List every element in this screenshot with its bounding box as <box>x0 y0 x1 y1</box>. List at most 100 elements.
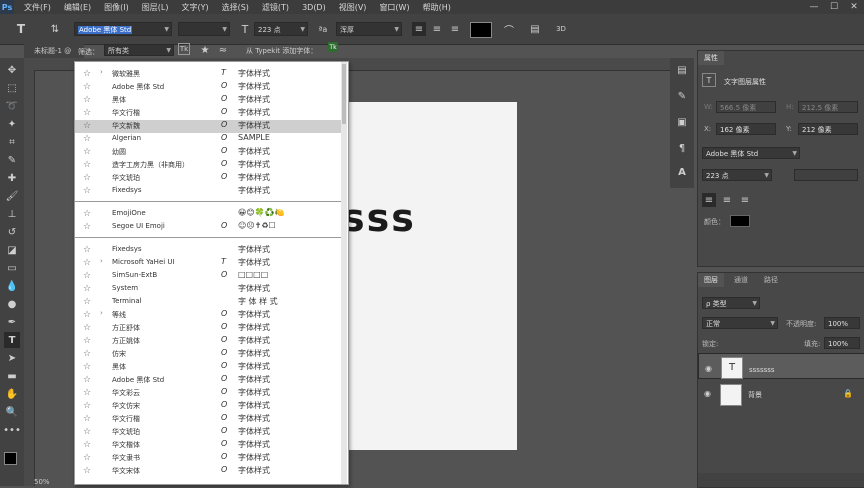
marquee-tool-icon[interactable]: ⬚ <box>4 80 20 96</box>
pen-tool-icon[interactable]: ✒ <box>4 314 20 330</box>
menu-type[interactable]: 文字(Y) <box>181 2 208 13</box>
maximize-button[interactable]: ☐ <box>824 0 844 14</box>
expand-arrow-icon[interactable]: › <box>100 309 103 317</box>
eye-icon[interactable]: ◉ <box>704 389 711 398</box>
lock-icon[interactable]: 🔒 <box>843 389 853 398</box>
character-panel-icon[interactable]: ▤ <box>528 22 542 36</box>
star-icon[interactable]: ☆ <box>83 349 91 359</box>
star-icon[interactable]: ☆ <box>83 323 91 333</box>
star-filter-icon[interactable]: ★ <box>198 43 212 57</box>
blend-mode-select[interactable]: 正常 ▼ <box>702 317 778 329</box>
star-icon[interactable]: ☆ <box>83 134 91 144</box>
eye-icon[interactable]: ◉ <box>705 362 712 376</box>
font-list-item[interactable]: ☆ Terminal 字 体 样 式 <box>75 296 341 309</box>
history-panel-icon[interactable]: ▤ <box>674 62 690 78</box>
gradient-tool-icon[interactable]: ▭ <box>4 260 20 276</box>
font-list-item[interactable]: ☆ › 微软雅黑 T 字体样式 <box>75 68 341 81</box>
document-tab[interactable]: 未标题-1 @ <box>24 44 84 58</box>
properties-color-swatch[interactable] <box>730 215 750 227</box>
stamp-tool-icon[interactable]: ⊥ <box>4 206 20 222</box>
menu-window[interactable]: 窗口(W) <box>379 2 409 13</box>
filter-select[interactable]: 所有类 ▼ <box>104 44 174 56</box>
font-list-item[interactable]: ☆ 华文行楷 O 字体样式 <box>75 107 341 120</box>
star-icon[interactable]: ☆ <box>83 336 91 346</box>
font-list-item[interactable]: ☆ 黑体 O 字体样式 <box>75 94 341 107</box>
star-icon[interactable]: ☆ <box>83 245 91 255</box>
star-icon[interactable]: ☆ <box>83 222 91 232</box>
menu-3d[interactable]: 3D(D) <box>302 3 326 12</box>
dropdown-scrollbar[interactable] <box>341 62 347 484</box>
foreground-color-swatch[interactable] <box>4 452 17 465</box>
font-list-item[interactable]: ☆ 华文新魏 O 字体样式 <box>75 120 341 133</box>
star-icon[interactable]: ☆ <box>83 271 91 281</box>
align-left-icon[interactable]: ≡ <box>412 22 426 36</box>
font-list-item[interactable]: ☆ 造字工房力黑（非商用） O 字体样式 <box>75 159 341 172</box>
font-list-item[interactable]: ☆ SimSun-ExtB O □□□□ <box>75 270 341 283</box>
tk-filter-icon[interactable]: Tk <box>178 43 190 55</box>
scrollbar-thumb[interactable] <box>342 64 346 124</box>
font-list-item[interactable]: ☆ 黑体 O 字体样式 <box>75 361 341 374</box>
star-icon[interactable]: ☆ <box>83 69 91 79</box>
font-list-item[interactable]: ☆ 幼圆 O 字体样式 <box>75 146 341 159</box>
menu-image[interactable]: 图像(I) <box>104 2 129 13</box>
font-list-item[interactable]: ☆ Fixedsys 字体样式 <box>75 244 341 257</box>
lasso-tool-icon[interactable]: ➰ <box>4 98 20 114</box>
typekit-icon[interactable]: Tk <box>328 42 338 52</box>
font-list-item[interactable]: ☆ Fixedsys 字体样式 <box>75 185 341 198</box>
font-list-item[interactable]: ☆ EmojiOne 😀😊🍀♻️🍋 <box>75 208 341 221</box>
hand-tool-icon[interactable]: ✋ <box>4 386 20 402</box>
star-icon[interactable]: ☆ <box>83 95 91 105</box>
font-list-item[interactable]: ☆ Algerian O SAMPLE <box>75 133 341 146</box>
font-list-item[interactable]: ☆ 华文楷体 O 字体样式 <box>75 439 341 452</box>
align-right-icon[interactable]: ≡ <box>448 22 462 36</box>
star-icon[interactable]: ☆ <box>83 414 91 424</box>
expand-arrow-icon[interactable]: › <box>100 257 103 265</box>
star-icon[interactable]: ☆ <box>83 440 91 450</box>
star-icon[interactable]: ☆ <box>83 186 91 196</box>
close-button[interactable]: ✕ <box>844 0 864 14</box>
menu-layer[interactable]: 图层(L) <box>142 2 169 13</box>
canvas-text-layer[interactable]: sss <box>342 196 416 240</box>
warp-text-icon[interactable]: ⌒ <box>502 22 516 37</box>
align-center-icon[interactable]: ≡ <box>430 22 444 36</box>
font-list-item[interactable]: ☆ › 等线 O 字体样式 <box>75 309 341 322</box>
star-icon[interactable]: ☆ <box>83 427 91 437</box>
dodge-tool-icon[interactable]: ● <box>4 296 20 312</box>
layer-row[interactable]: ◉ 背景 🔒 <box>698 381 864 407</box>
eraser-tool-icon[interactable]: ◪ <box>4 242 20 258</box>
x-field[interactable]: 162 像素 <box>716 123 776 135</box>
properties-size-select[interactable]: 223 点 ▼ <box>702 169 772 181</box>
star-icon[interactable]: ☆ <box>83 82 91 92</box>
crop-tool-icon[interactable]: ⌗ <box>4 134 20 150</box>
star-icon[interactable]: ☆ <box>83 362 91 372</box>
menu-edit[interactable]: 编辑(E) <box>64 2 91 13</box>
tab-paths[interactable]: 路径 <box>758 273 784 287</box>
star-icon[interactable]: ☆ <box>83 209 91 219</box>
menu-filter[interactable]: 滤镜(T) <box>262 2 289 13</box>
layer-name[interactable]: sssssss <box>749 363 775 377</box>
layer-name[interactable]: 背景 <box>748 390 762 400</box>
star-icon[interactable]: ☆ <box>83 284 91 294</box>
w-field[interactable]: 566.5 像素 <box>716 101 776 113</box>
clone-source-panel-icon[interactable]: ▣ <box>674 114 690 130</box>
similar-filter-icon[interactable]: ≈ <box>216 43 230 57</box>
tab-channels[interactable]: 通道 <box>728 273 754 287</box>
align-center-icon[interactable]: ≡ <box>720 193 734 207</box>
text-color-swatch[interactable] <box>470 22 492 38</box>
font-list-item[interactable]: ☆ Adobe 黑体 Std O 字体样式 <box>75 374 341 387</box>
font-list-item[interactable]: ☆ 华文仿宋 O 字体样式 <box>75 400 341 413</box>
star-icon[interactable]: ☆ <box>83 453 91 463</box>
zoom-tool-icon[interactable]: 🔍 <box>4 404 20 420</box>
font-list-item[interactable]: ☆ 华文隶书 O 字体样式 <box>75 452 341 465</box>
font-style-select[interactable]: ▼ <box>178 22 230 36</box>
star-icon[interactable]: ☆ <box>83 121 91 131</box>
brush-panel-icon[interactable]: ✎ <box>674 88 690 104</box>
font-size-select[interactable]: 223 点 ▼ <box>254 22 308 36</box>
font-list-item[interactable]: ☆ 华文琥珀 O 字体样式 <box>75 426 341 439</box>
font-family-select[interactable]: Adobe 黑体 Std ▼ <box>74 22 172 36</box>
align-left-icon[interactable]: ≡ <box>702 193 716 207</box>
menu-help[interactable]: 帮助(H) <box>423 2 451 13</box>
font-list-item[interactable]: ☆ System 字体样式 <box>75 283 341 296</box>
minimize-button[interactable]: — <box>804 0 824 14</box>
toggle-orientation-icon[interactable]: ⇅ <box>48 22 62 36</box>
